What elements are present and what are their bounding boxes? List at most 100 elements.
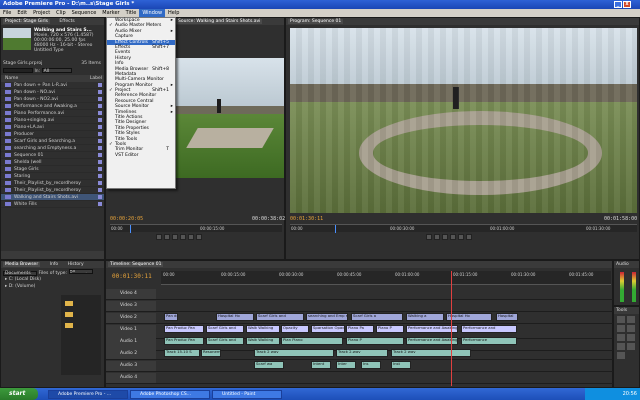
tab-project[interactable]: Project: Stage Girls [3,19,50,24]
menu-clip[interactable]: Clip [53,9,68,17]
selection-tool-icon[interactable] [617,316,625,323]
tab-effects[interactable]: Effects [59,19,74,24]
column-label-header[interactable]: Label [90,75,102,82]
timeline-clip[interactable]: Hospital Ho [446,313,492,321]
label-swatch[interactable] [98,146,102,150]
track-select-tool-icon[interactable] [627,316,635,323]
project-item[interactable]: Their_Playlist_by_recordheroy [1,180,104,187]
track-header[interactable]: Video 4 [106,289,156,299]
timeline-clip[interactable]: Performance and [461,325,517,333]
start-button[interactable]: start [0,388,38,400]
label-swatch[interactable] [98,97,102,101]
column-name-header[interactable]: Name [5,76,18,81]
play-button[interactable] [434,234,440,240]
timeline-clip[interactable]: Performance [461,337,517,345]
timeline-clip[interactable]: Piano P [376,325,404,333]
label-swatch[interactable] [98,160,102,164]
timeline-clip[interactable]: Pian Piano [281,337,343,345]
timeline-clip[interactable]: Hospital [496,313,518,321]
timeline-clip[interactable]: Piano Pa [346,325,374,333]
label-swatch[interactable] [98,125,102,129]
project-item[interactable]: Performance and Awaking.a [1,103,104,110]
drive-item[interactable]: ▸ C: (Local Disk) [5,276,104,283]
drive-item[interactable]: ▸ D: (Volume) [5,283,104,290]
timeline-clip[interactable]: Pan do [164,313,178,321]
track-header[interactable]: Video 2 [106,313,156,323]
label-swatch[interactable] [98,139,102,143]
folder-icon[interactable] [65,301,73,306]
pen-tool-icon[interactable] [617,343,625,350]
timeline-clip[interactable]: Walk Walking [246,337,280,345]
timeline-track[interactable]: Audio 4 [106,373,614,384]
tools-tab[interactable]: Tools [614,307,639,314]
rolling-edit-tool-icon[interactable] [627,325,635,332]
timeline-clip[interactable]: Track 2.wav [336,349,388,357]
label-swatch[interactable] [98,174,102,178]
tab-timeline[interactable]: Timeline: Sequence 01 [108,262,164,267]
timeline-clip[interactable]: Track 2 wav [391,349,471,357]
label-swatch[interactable] [98,202,102,206]
folder-icon[interactable] [65,312,73,317]
taskbar-premiere[interactable]: Adobe Premiere Pro - ... [48,390,128,399]
project-item[interactable]: Walking and Stairs Shots.avi [1,194,104,201]
timeline-track[interactable]: Audio 3 Scarf wa Intent Inter Ins Inst [106,361,614,372]
timeline-clip[interactable]: Inter [336,361,356,369]
timeline-clip[interactable]: Pan Produc Pan [164,337,204,345]
lift-button[interactable] [458,234,464,240]
taskbar-photoshop[interactable]: Adobe Photoshop CS... [130,390,210,399]
slip-tool-icon[interactable] [627,334,635,341]
timeline-clip[interactable]: Ins [361,361,381,369]
zoom-tool-icon[interactable] [617,352,625,359]
overlay-button[interactable] [196,234,202,240]
timeline-clip[interactable]: Opacity [281,325,309,333]
timeline-clip[interactable]: Walk Walking [246,325,280,333]
label-swatch[interactable] [98,167,102,171]
step-forward-button[interactable] [442,234,448,240]
timeline-track[interactable]: Video 3 [106,301,614,312]
label-swatch[interactable] [98,195,102,199]
label-swatch[interactable] [98,181,102,185]
label-swatch[interactable] [98,111,102,115]
label-swatch[interactable] [98,83,102,87]
project-item[interactable]: Stage Girls [1,166,104,173]
timeline-timecode[interactable]: 00:01:30:11 [112,273,152,280]
loop-button[interactable] [450,234,456,240]
timeline-clip[interactable]: Scarf Girls a [351,313,403,321]
timeline-clip[interactable]: Intent [311,361,331,369]
label-swatch[interactable] [98,104,102,108]
timeline-clip[interactable]: Walking a [406,313,444,321]
project-item[interactable]: Pan down - NO.avi [1,89,104,96]
timeline-playhead[interactable] [451,271,452,386]
menu-edit[interactable]: Edit [14,9,30,17]
project-item[interactable]: White Fills [1,201,104,208]
menu-help[interactable]: Help [165,9,182,17]
extract-button[interactable] [466,234,472,240]
project-item[interactable]: Their_Playlist_by_recordheroy [1,187,104,194]
project-item[interactable]: searching and Emptyness.a [1,145,104,152]
source-timecode-in[interactable]: 00:00:20:05 [110,216,143,222]
timeline-clip[interactable]: Sparsation Opacity [311,325,345,333]
timeline-clip[interactable]: Track 2 wav [254,349,334,357]
timeline-clip[interactable]: Inst [391,361,411,369]
tab-media-browser[interactable]: Media Browser [3,262,41,267]
timeline-clip[interactable]: Scarf Girls and [256,313,304,321]
label-swatch[interactable] [98,118,102,122]
project-item[interactable]: Producer [1,131,104,138]
timeline-track[interactable]: Video 4 [106,289,614,300]
timeline-clip[interactable]: Scarf wa [254,361,284,369]
timeline-clip[interactable]: Hospital Ho [216,313,254,321]
project-item[interactable]: Piano Performance.avi [1,110,104,117]
menu-file[interactable]: File [0,9,14,17]
source-time-ruler[interactable]: 00:00 00:00:15:00 [110,224,282,233]
step-back-button[interactable] [156,234,162,240]
track-header[interactable]: Audio 3 [106,361,156,371]
label-swatch[interactable] [98,132,102,136]
project-item[interactable]: Piano+LA.avi [1,124,104,131]
folder-icon[interactable] [65,323,73,328]
program-playhead[interactable] [335,225,336,233]
window-menu-item[interactable]: VST Editor [107,153,175,158]
tab-history[interactable]: History [68,262,84,267]
minimize-button[interactable]: _ [614,1,622,8]
taskbar-paint[interactable]: Untitled - Paint [212,390,282,399]
timeline-track[interactable]: Video 2 Pan do Hospital Ho Scarf Girls and s… [106,313,614,324]
